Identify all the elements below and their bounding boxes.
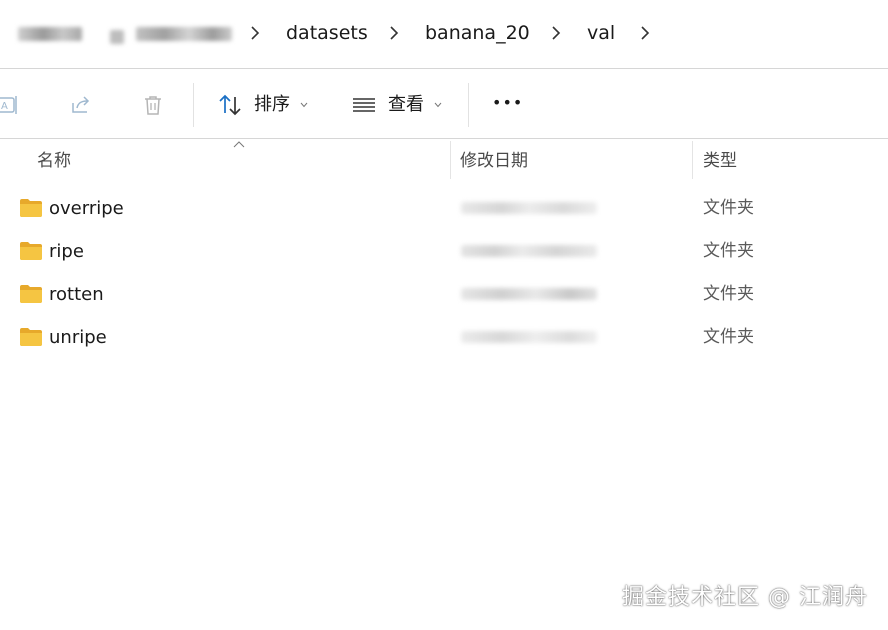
folder-icon — [20, 199, 42, 217]
file-name: unripe — [49, 327, 107, 348]
chevron-right-icon — [251, 26, 260, 40]
toolbar-separator — [468, 83, 469, 127]
redacted-date — [461, 282, 597, 306]
rename-icon[interactable]: A — [0, 93, 20, 117]
chevron-right-icon — [552, 26, 561, 40]
file-list: overripe 文件夹 ripe 文件夹 rotten 文件夹 unripe … — [0, 187, 888, 359]
list-item[interactable]: ripe 文件夹 — [0, 230, 888, 273]
view-button[interactable]: 查看 — [388, 94, 424, 116]
file-type: 文件夹 — [703, 327, 754, 347]
sort-button[interactable]: 排序 — [254, 94, 290, 116]
watermark: 掘金技术社区 @ 江润舟 — [622, 585, 868, 610]
column-header-modified[interactable]: 修改日期 — [460, 150, 528, 172]
sort-ascending-icon — [233, 141, 245, 148]
chevron-down-icon — [434, 102, 442, 108]
file-name: ripe — [49, 241, 84, 262]
view-list-icon[interactable] — [352, 93, 376, 117]
list-item[interactable]: rotten 文件夹 — [0, 273, 888, 316]
chevron-right-icon[interactable] — [639, 22, 651, 44]
sort-icon[interactable] — [218, 93, 242, 117]
folder-icon — [20, 242, 42, 260]
redacted-date — [461, 239, 597, 263]
folder-icon — [20, 285, 42, 303]
column-resize-handle[interactable] — [692, 141, 693, 179]
redacted-path-segment[interactable] — [18, 27, 82, 41]
file-name: overripe — [49, 198, 124, 219]
column-resize-handle[interactable] — [450, 141, 451, 179]
trash-icon[interactable] — [141, 93, 165, 117]
file-explorer-window: datasets banana_20 val A 排序 查看 ••• 名称 修改… — [0, 0, 888, 630]
share-icon[interactable] — [69, 93, 93, 117]
breadcrumb-item-banana-20[interactable]: banana_20 — [425, 21, 530, 45]
list-item[interactable]: unripe 文件夹 — [0, 316, 888, 359]
redacted-path-segment[interactable] — [110, 30, 124, 44]
redacted-path-segment[interactable] — [136, 27, 232, 41]
column-header-type[interactable]: 类型 — [703, 150, 737, 172]
chevron-down-icon — [300, 102, 308, 108]
toolbar-separator — [193, 83, 194, 127]
svg-text:A: A — [1, 101, 8, 112]
command-bar: A 排序 查看 ••• — [0, 69, 888, 138]
folder-icon — [20, 328, 42, 346]
column-header-name[interactable]: 名称 — [37, 150, 71, 172]
redacted-date — [461, 196, 597, 220]
breadcrumb-item-datasets[interactable]: datasets — [286, 21, 368, 45]
file-name: rotten — [49, 284, 104, 305]
breadcrumb-item-val[interactable]: val — [587, 21, 615, 45]
redacted-date — [461, 325, 597, 349]
file-type: 文件夹 — [703, 241, 754, 261]
column-headers: 名称 修改日期 类型 — [0, 139, 888, 181]
list-item[interactable]: overripe 文件夹 — [0, 187, 888, 230]
more-options-button[interactable]: ••• — [492, 92, 523, 114]
file-type: 文件夹 — [703, 198, 754, 218]
chevron-right-icon — [390, 26, 399, 40]
breadcrumb: datasets banana_20 val — [0, 0, 888, 68]
file-type: 文件夹 — [703, 284, 754, 304]
